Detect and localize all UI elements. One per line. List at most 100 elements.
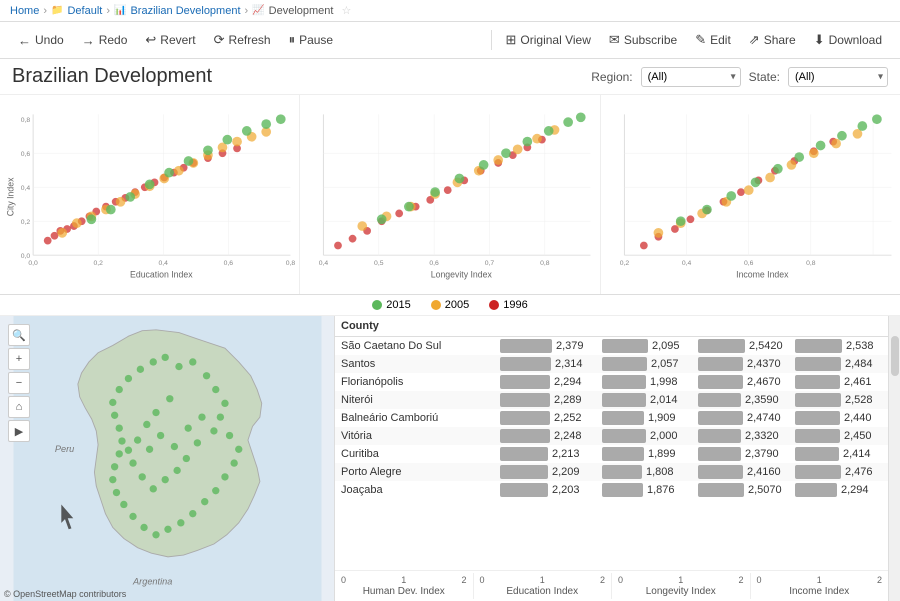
original-view-icon: ⊞ [506,32,517,48]
svg-text:0,6: 0,6 [430,260,440,267]
subscribe-icon: ✉ [609,32,620,48]
chart-income-svg: 0,2 0,4 0,6 0,8 Income Index [605,99,896,290]
table-row: São Caetano Do Sul2,3792,0952,54202,538 [335,337,888,356]
bar-cell: 2,484 [791,355,888,373]
undo-icon: ← [18,33,31,48]
bar-value: 2,095 [652,340,690,352]
bar-indicator [795,357,841,371]
tick: 1 [678,575,683,585]
bar-cell: 2,450 [791,427,888,445]
svg-text:0,4: 0,4 [682,260,692,267]
filter-group: Region: (All) State: (All) [591,67,888,87]
bar-value: 2,4160 [747,466,785,478]
bar-indicator [602,465,642,479]
legend-2015: 2015 [372,299,410,311]
tick: 2 [877,575,882,585]
bar-indicator [698,411,743,425]
left-panel: City Index 0,0 0,2 0, [0,95,900,601]
bar-cell: 2,5070 [694,481,791,499]
bar-value: 2,057 [651,358,689,370]
map-search-button[interactable]: 🔍 [8,324,30,346]
svg-text:Argentina: Argentina [132,576,172,586]
download-button[interactable]: ⬇ Download [806,28,890,52]
table-panel: County São Caetano Do Sul2,3792,0952,542… [335,316,888,601]
refresh-button[interactable]: ⟳ Refresh [206,28,279,52]
bar-value: 2,484 [845,358,883,370]
original-view-button[interactable]: ⊞ Original View [498,28,599,52]
bar-value: 1,808 [646,466,684,478]
axis-ticks-lon: 0 1 2 [616,575,746,585]
undo-button[interactable]: ← Undo [10,29,72,52]
bar-indicator [602,393,646,407]
bar-cell: 2,538 [791,337,888,356]
legend-1996: 1996 [489,299,527,311]
bar-cell: 2,252 [496,409,598,427]
map-home-button[interactable]: ⌂ [8,396,30,418]
axis-col-edu: 0 1 2 Education Index [473,573,612,599]
share-button[interactable]: ⇗ Share [741,28,804,52]
tick: 2 [600,575,605,585]
undo-label: Undo [35,33,64,47]
scrollbar[interactable] [888,316,900,601]
download-label: Download [829,33,882,47]
state-select[interactable]: (All) [788,67,888,87]
share-icon: ⇗ [749,32,760,48]
edit-button[interactable]: ✎ Edit [687,28,739,52]
edit-label: Edit [710,33,731,47]
pause-label: Pause [299,33,333,47]
svg-text:0,5: 0,5 [374,260,384,267]
bar-value: 1,909 [648,412,686,424]
breadcrumb-brazilian[interactable]: Brazilian Development [130,5,240,17]
pause-button[interactable]: ⏸ Pause [281,28,342,52]
chart-education: City Index 0,0 0,2 0, [0,95,300,294]
bar-value: 2,3790 [745,448,783,460]
subscribe-button[interactable]: ✉ Subscribe [601,28,685,52]
axis-label-hdi: Human Dev. Index [363,586,445,597]
bar-cell: 2,3590 [694,391,791,409]
star-icon[interactable]: ☆ [341,4,351,17]
map-expand-button[interactable]: ▶ [8,420,30,442]
axis-label-inc: Income Index [789,586,849,597]
content-area: City Index 0,0 0,2 0, [0,95,900,601]
bar-cell: 2,476 [791,463,888,481]
bar-cell: 2,203 [496,481,598,499]
bar-indicator [698,375,743,389]
bar-cell: 2,289 [496,391,598,409]
bar-cell: 2,014 [598,391,694,409]
bar-value: 2,379 [556,340,594,352]
bar-indicator [795,447,839,461]
table-row: Balneário Camboriú2,2521,9092,47402,440 [335,409,888,427]
bar-value: 2,4370 [747,358,785,370]
bar-value: 2,294 [841,484,879,496]
svg-text:0,4: 0,4 [159,260,169,267]
map-svg: Peru Argentina [0,316,335,601]
breadcrumb-home[interactable]: Home [10,5,39,17]
axis-col-inc: 0 1 2 Income Index [750,573,889,599]
table-wrapper[interactable]: County São Caetano Do Sul2,3792,0952,542… [335,316,888,570]
bar-value: 2,5420 [749,340,787,352]
svg-text:0,4: 0,4 [21,185,31,192]
bar-indicator [500,339,552,353]
bar-indicator [602,357,647,371]
county-cell: Balneário Camboriú [335,409,496,427]
bar-indicator [602,483,643,497]
breadcrumb: Home › 📁 Default › 📊 Brazilian Developme… [0,0,900,22]
legend-row: 2015 2005 1996 [0,295,900,316]
bar-indicator [795,393,841,407]
breadcrumb-sep3: › [245,5,249,17]
redo-button[interactable]: → Redo [74,29,136,52]
scroll-thumb[interactable] [891,336,899,376]
bar-indicator [795,465,841,479]
region-select[interactable]: (All) [641,67,741,87]
toolbar: ← Undo → Redo ↩ Revert ⟳ Refresh ⏸ Pause… [0,22,900,59]
col-header-1 [496,316,598,337]
revert-button[interactable]: ↩ Revert [137,28,203,52]
col-header-4 [791,316,888,337]
breadcrumb-default[interactable]: Default [67,5,102,17]
tick: 0 [757,575,762,585]
map-zoom-out-button[interactable]: − [8,372,30,394]
bar-value: 2,3320 [745,430,783,442]
legend-label-2005: 2005 [445,299,469,311]
map-zoom-in-button[interactable]: + [8,348,30,370]
svg-text:0,8: 0,8 [21,117,31,124]
